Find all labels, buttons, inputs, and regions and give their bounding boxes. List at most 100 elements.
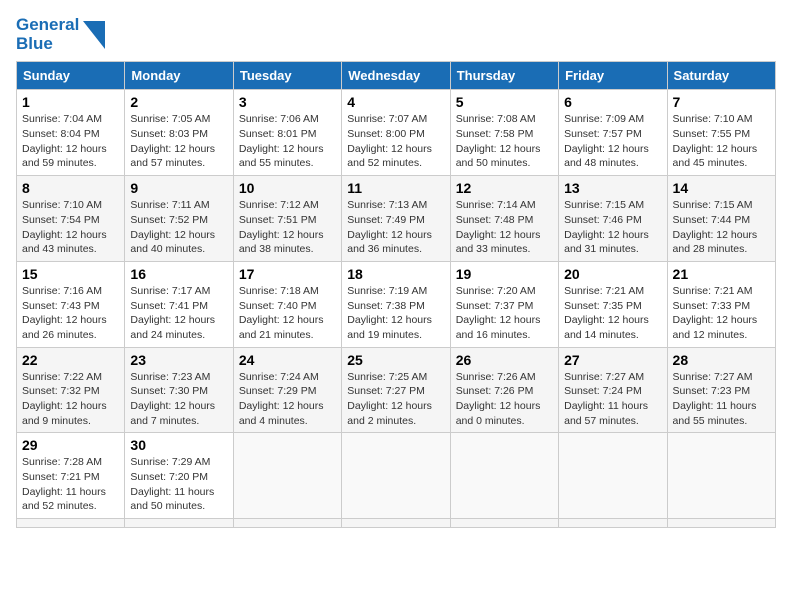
calendar-cell bbox=[559, 519, 667, 528]
calendar-cell bbox=[667, 519, 775, 528]
day-detail: Sunrise: 7:11 AMSunset: 7:52 PMDaylight:… bbox=[130, 198, 227, 257]
col-wednesday: Wednesday bbox=[342, 62, 450, 90]
calendar-cell bbox=[125, 519, 233, 528]
calendar-cell: 9 Sunrise: 7:11 AMSunset: 7:52 PMDayligh… bbox=[125, 176, 233, 262]
calendar-cell: 23 Sunrise: 7:23 AMSunset: 7:30 PMDaylig… bbox=[125, 347, 233, 433]
day-number: 30 bbox=[130, 437, 227, 453]
day-detail: Sunrise: 7:27 AMSunset: 7:24 PMDaylight:… bbox=[564, 370, 661, 429]
calendar-row: 22 Sunrise: 7:22 AMSunset: 7:32 PMDaylig… bbox=[17, 347, 776, 433]
calendar-cell bbox=[233, 519, 341, 528]
logo-general: General bbox=[16, 16, 79, 35]
day-number: 24 bbox=[239, 352, 336, 368]
calendar-cell: 7 Sunrise: 7:10 AMSunset: 7:55 PMDayligh… bbox=[667, 90, 775, 176]
day-number: 17 bbox=[239, 266, 336, 282]
day-number: 10 bbox=[239, 180, 336, 196]
calendar-cell: 1 Sunrise: 7:04 AMSunset: 8:04 PMDayligh… bbox=[17, 90, 125, 176]
calendar-cell bbox=[342, 519, 450, 528]
calendar-cell: 22 Sunrise: 7:22 AMSunset: 7:32 PMDaylig… bbox=[17, 347, 125, 433]
calendar-cell bbox=[559, 433, 667, 519]
day-number: 5 bbox=[456, 94, 553, 110]
logo-blue: Blue bbox=[16, 35, 79, 54]
col-tuesday: Tuesday bbox=[233, 62, 341, 90]
day-number: 21 bbox=[673, 266, 770, 282]
calendar-cell: 13 Sunrise: 7:15 AMSunset: 7:46 PMDaylig… bbox=[559, 176, 667, 262]
calendar-cell: 17 Sunrise: 7:18 AMSunset: 7:40 PMDaylig… bbox=[233, 261, 341, 347]
day-number: 27 bbox=[564, 352, 661, 368]
day-number: 14 bbox=[673, 180, 770, 196]
calendar-cell: 30 Sunrise: 7:29 AMSunset: 7:20 PMDaylig… bbox=[125, 433, 233, 519]
day-number: 18 bbox=[347, 266, 444, 282]
day-detail: Sunrise: 7:28 AMSunset: 7:21 PMDaylight:… bbox=[22, 455, 119, 514]
calendar-cell: 25 Sunrise: 7:25 AMSunset: 7:27 PMDaylig… bbox=[342, 347, 450, 433]
day-number: 28 bbox=[673, 352, 770, 368]
day-detail: Sunrise: 7:07 AMSunset: 8:00 PMDaylight:… bbox=[347, 112, 444, 171]
calendar-cell: 3 Sunrise: 7:06 AMSunset: 8:01 PMDayligh… bbox=[233, 90, 341, 176]
calendar-cell: 20 Sunrise: 7:21 AMSunset: 7:35 PMDaylig… bbox=[559, 261, 667, 347]
calendar-row: 1 Sunrise: 7:04 AMSunset: 8:04 PMDayligh… bbox=[17, 90, 776, 176]
day-number: 25 bbox=[347, 352, 444, 368]
calendar-cell: 28 Sunrise: 7:27 AMSunset: 7:23 PMDaylig… bbox=[667, 347, 775, 433]
day-detail: Sunrise: 7:21 AMSunset: 7:33 PMDaylight:… bbox=[673, 284, 770, 343]
col-monday: Monday bbox=[125, 62, 233, 90]
calendar-cell: 6 Sunrise: 7:09 AMSunset: 7:57 PMDayligh… bbox=[559, 90, 667, 176]
day-detail: Sunrise: 7:14 AMSunset: 7:48 PMDaylight:… bbox=[456, 198, 553, 257]
day-detail: Sunrise: 7:09 AMSunset: 7:57 PMDaylight:… bbox=[564, 112, 661, 171]
day-number: 6 bbox=[564, 94, 661, 110]
day-number: 1 bbox=[22, 94, 119, 110]
day-number: 23 bbox=[130, 352, 227, 368]
calendar-cell bbox=[450, 519, 558, 528]
day-detail: Sunrise: 7:25 AMSunset: 7:27 PMDaylight:… bbox=[347, 370, 444, 429]
calendar-cell: 14 Sunrise: 7:15 AMSunset: 7:44 PMDaylig… bbox=[667, 176, 775, 262]
logo: General Blue bbox=[16, 16, 105, 53]
calendar-cell: 11 Sunrise: 7:13 AMSunset: 7:49 PMDaylig… bbox=[342, 176, 450, 262]
calendar-cell bbox=[342, 433, 450, 519]
day-number: 2 bbox=[130, 94, 227, 110]
day-detail: Sunrise: 7:20 AMSunset: 7:37 PMDaylight:… bbox=[456, 284, 553, 343]
day-detail: Sunrise: 7:13 AMSunset: 7:49 PMDaylight:… bbox=[347, 198, 444, 257]
calendar-cell: 15 Sunrise: 7:16 AMSunset: 7:43 PMDaylig… bbox=[17, 261, 125, 347]
page-header: General Blue bbox=[16, 16, 776, 53]
day-detail: Sunrise: 7:17 AMSunset: 7:41 PMDaylight:… bbox=[130, 284, 227, 343]
day-detail: Sunrise: 7:15 AMSunset: 7:46 PMDaylight:… bbox=[564, 198, 661, 257]
calendar-cell: 2 Sunrise: 7:05 AMSunset: 8:03 PMDayligh… bbox=[125, 90, 233, 176]
calendar-row: 15 Sunrise: 7:16 AMSunset: 7:43 PMDaylig… bbox=[17, 261, 776, 347]
calendar-cell: 10 Sunrise: 7:12 AMSunset: 7:51 PMDaylig… bbox=[233, 176, 341, 262]
calendar-cell: 12 Sunrise: 7:14 AMSunset: 7:48 PMDaylig… bbox=[450, 176, 558, 262]
calendar-row: 8 Sunrise: 7:10 AMSunset: 7:54 PMDayligh… bbox=[17, 176, 776, 262]
day-detail: Sunrise: 7:23 AMSunset: 7:30 PMDaylight:… bbox=[130, 370, 227, 429]
day-number: 22 bbox=[22, 352, 119, 368]
calendar-cell: 4 Sunrise: 7:07 AMSunset: 8:00 PMDayligh… bbox=[342, 90, 450, 176]
day-number: 15 bbox=[22, 266, 119, 282]
day-number: 4 bbox=[347, 94, 444, 110]
day-number: 29 bbox=[22, 437, 119, 453]
calendar-cell: 19 Sunrise: 7:20 AMSunset: 7:37 PMDaylig… bbox=[450, 261, 558, 347]
calendar-cell bbox=[667, 433, 775, 519]
day-number: 20 bbox=[564, 266, 661, 282]
day-number: 3 bbox=[239, 94, 336, 110]
day-detail: Sunrise: 7:12 AMSunset: 7:51 PMDaylight:… bbox=[239, 198, 336, 257]
day-detail: Sunrise: 7:08 AMSunset: 7:58 PMDaylight:… bbox=[456, 112, 553, 171]
calendar-cell: 21 Sunrise: 7:21 AMSunset: 7:33 PMDaylig… bbox=[667, 261, 775, 347]
day-detail: Sunrise: 7:16 AMSunset: 7:43 PMDaylight:… bbox=[22, 284, 119, 343]
calendar-cell bbox=[450, 433, 558, 519]
day-detail: Sunrise: 7:04 AMSunset: 8:04 PMDaylight:… bbox=[22, 112, 119, 171]
day-number: 13 bbox=[564, 180, 661, 196]
day-number: 16 bbox=[130, 266, 227, 282]
header-row: Sunday Monday Tuesday Wednesday Thursday… bbox=[17, 62, 776, 90]
day-number: 8 bbox=[22, 180, 119, 196]
day-detail: Sunrise: 7:26 AMSunset: 7:26 PMDaylight:… bbox=[456, 370, 553, 429]
calendar-cell: 24 Sunrise: 7:24 AMSunset: 7:29 PMDaylig… bbox=[233, 347, 341, 433]
day-number: 7 bbox=[673, 94, 770, 110]
calendar-cell: 5 Sunrise: 7:08 AMSunset: 7:58 PMDayligh… bbox=[450, 90, 558, 176]
calendar-cell: 29 Sunrise: 7:28 AMSunset: 7:21 PMDaylig… bbox=[17, 433, 125, 519]
day-detail: Sunrise: 7:15 AMSunset: 7:44 PMDaylight:… bbox=[673, 198, 770, 257]
day-detail: Sunrise: 7:22 AMSunset: 7:32 PMDaylight:… bbox=[22, 370, 119, 429]
day-detail: Sunrise: 7:24 AMSunset: 7:29 PMDaylight:… bbox=[239, 370, 336, 429]
calendar-cell: 8 Sunrise: 7:10 AMSunset: 7:54 PMDayligh… bbox=[17, 176, 125, 262]
col-friday: Friday bbox=[559, 62, 667, 90]
day-number: 9 bbox=[130, 180, 227, 196]
day-detail: Sunrise: 7:27 AMSunset: 7:23 PMDaylight:… bbox=[673, 370, 770, 429]
calendar-cell: 26 Sunrise: 7:26 AMSunset: 7:26 PMDaylig… bbox=[450, 347, 558, 433]
day-number: 26 bbox=[456, 352, 553, 368]
calendar-row bbox=[17, 519, 776, 528]
